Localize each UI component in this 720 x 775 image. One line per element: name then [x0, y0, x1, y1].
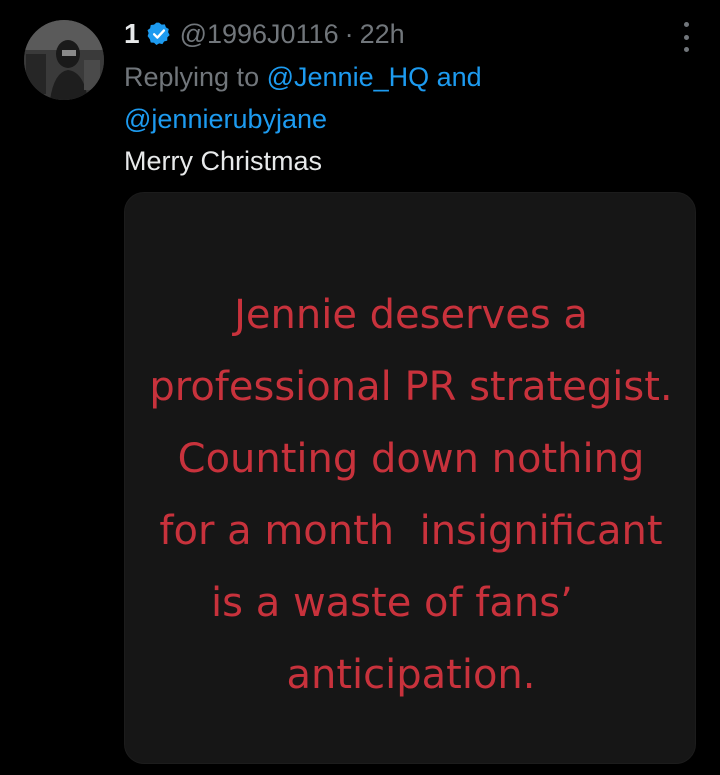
image-text-line: for a month insignificant — [159, 508, 663, 554]
avatar-image — [24, 20, 104, 100]
replying-to: Replying to @Jennie_HQ and @jennierubyja… — [124, 56, 644, 140]
image-text-line: Counting down nothing — [177, 436, 645, 482]
image-text: Jennie deserves a professional PR strate… — [125, 279, 695, 711]
more-dot — [683, 22, 689, 27]
more-dot — [683, 47, 689, 52]
image-text-line: Jennie deserves a — [234, 292, 588, 338]
avatar[interactable] — [24, 20, 104, 100]
handle[interactable]: @1996J0116 — [180, 19, 339, 50]
display-name[interactable]: 1 — [124, 18, 140, 50]
tweet-header: 1 @1996J0116 · 22h — [124, 14, 660, 54]
tweet-text: Merry Christmas — [124, 146, 323, 176]
tweet-image[interactable]: Jennie deserves a professional PR strate… — [124, 192, 696, 764]
mention-conjunction: and — [436, 62, 482, 92]
image-text-line: professional PR strategist. — [149, 364, 673, 410]
tweet[interactable]: 1 @1996J0116 · 22h Replying to @Jennie_H… — [0, 0, 720, 775]
replying-prefix: Replying to — [124, 62, 260, 92]
mention-link[interactable]: @Jennie_HQ — [267, 62, 430, 92]
separator-dot: · — [344, 18, 354, 49]
timestamp[interactable]: 22h — [360, 19, 405, 50]
image-text-line: anticipation. — [286, 652, 536, 698]
more-dot — [683, 34, 689, 40]
image-text-line: is a waste of fans’ — [211, 580, 611, 626]
verified-badge-icon[interactable] — [146, 21, 172, 47]
mention-link[interactable]: @jennierubyjane — [124, 104, 327, 134]
more-dots-icon[interactable] — [680, 22, 692, 52]
